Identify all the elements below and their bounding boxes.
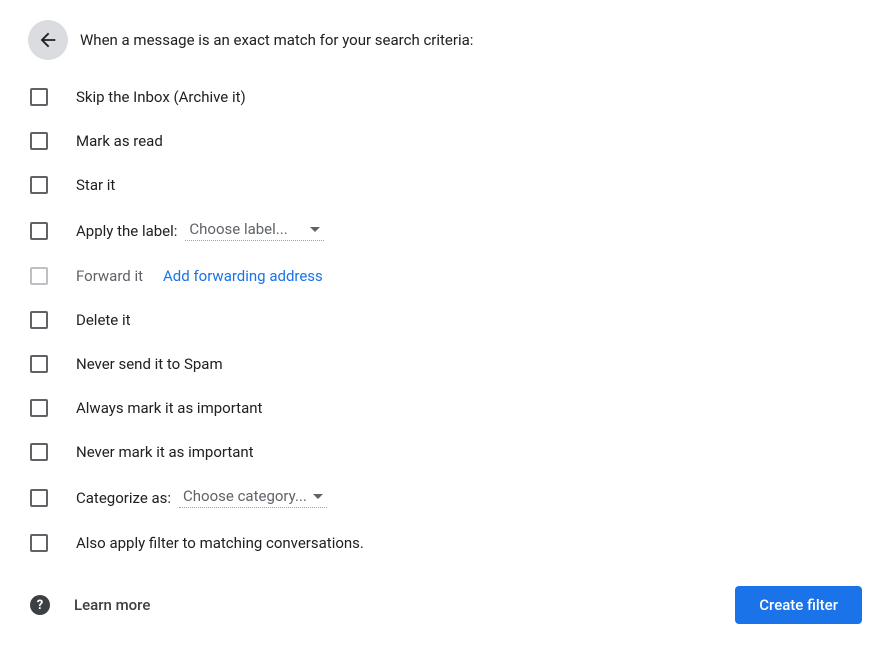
option-never-important: Never mark it as important [28, 443, 866, 461]
label-never-important: Never mark it as important [76, 443, 254, 461]
create-filter-button[interactable]: Create filter [735, 586, 862, 624]
label-categorize-as: Categorize as: [76, 489, 171, 507]
checkbox-categorize-as[interactable] [30, 489, 48, 507]
checkbox-star-it[interactable] [30, 176, 48, 194]
label-never-spam: Never send it to Spam [76, 355, 223, 373]
footer-row: ? Learn more Create filter [28, 586, 866, 624]
checkbox-always-important[interactable] [30, 399, 48, 417]
option-also-apply: Also apply filter to matching conversati… [28, 534, 866, 552]
footer-left: ? Learn more [30, 595, 150, 615]
checkbox-mark-read[interactable] [30, 132, 48, 150]
chevron-down-icon [310, 227, 320, 232]
checkbox-skip-inbox[interactable] [30, 88, 48, 106]
label-star-it: Star it [76, 176, 115, 194]
arrow-left-icon [37, 29, 59, 51]
checkbox-delete-it[interactable] [30, 311, 48, 329]
link-add-forwarding-address[interactable]: Add forwarding address [163, 267, 323, 285]
checkbox-never-important[interactable] [30, 443, 48, 461]
help-icon[interactable]: ? [30, 595, 50, 615]
option-apply-label: Apply the label: Choose label... [28, 220, 866, 241]
option-delete-it: Delete it [28, 311, 866, 329]
option-star-it: Star it [28, 176, 866, 194]
chevron-down-icon [313, 494, 323, 499]
dropdown-choose-category[interactable]: Choose category... [179, 487, 327, 508]
header-row: When a message is an exact match for you… [28, 20, 866, 60]
label-skip-inbox: Skip the Inbox (Archive it) [76, 88, 246, 106]
checkbox-never-spam[interactable] [30, 355, 48, 373]
option-skip-inbox: Skip the Inbox (Archive it) [28, 88, 866, 106]
label-forward-it: Forward it [76, 267, 143, 285]
dropdown-choose-category-text: Choose category... [183, 487, 307, 505]
label-apply-label: Apply the label: [76, 222, 177, 240]
checkbox-apply-label[interactable] [30, 222, 48, 240]
checkbox-forward-it[interactable] [30, 267, 48, 285]
option-never-spam: Never send it to Spam [28, 355, 866, 373]
checkbox-also-apply[interactable] [30, 534, 48, 552]
label-also-apply: Also apply filter to matching conversati… [76, 534, 364, 552]
option-categorize-as: Categorize as: Choose category... [28, 487, 866, 508]
label-delete-it: Delete it [76, 311, 131, 329]
option-always-important: Always mark it as important [28, 399, 866, 417]
dropdown-choose-label-text: Choose label... [189, 220, 287, 238]
label-always-important: Always mark it as important [76, 399, 262, 417]
label-mark-read: Mark as read [76, 132, 163, 150]
learn-more-link[interactable]: Learn more [74, 596, 150, 614]
option-mark-read: Mark as read [28, 132, 866, 150]
dropdown-choose-label[interactable]: Choose label... [185, 220, 323, 241]
back-button[interactable] [28, 20, 68, 60]
header-text: When a message is an exact match for you… [80, 31, 473, 49]
option-forward-it: Forward it Add forwarding address [28, 267, 866, 285]
